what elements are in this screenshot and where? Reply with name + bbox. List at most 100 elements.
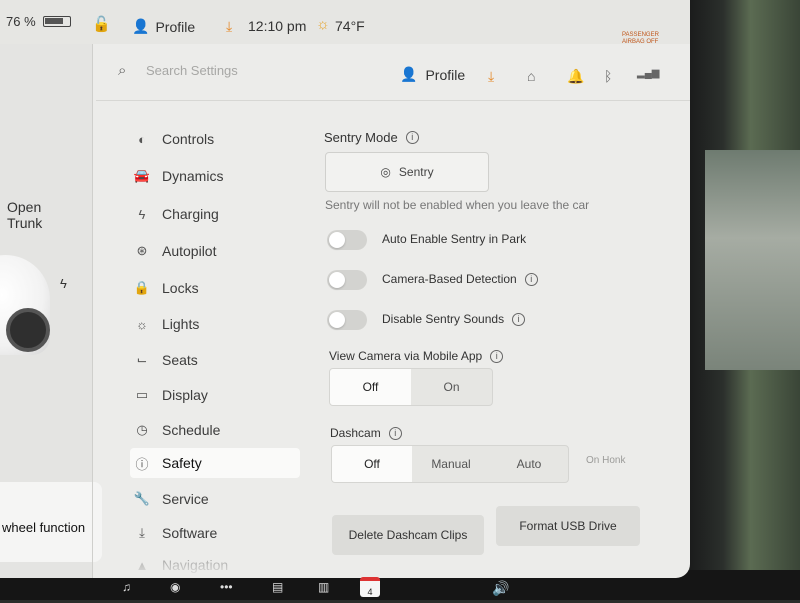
camera-option-on[interactable]: On — [411, 369, 492, 405]
download-icon: ⤓ — [139, 525, 145, 540]
display-icon: ▭ — [135, 387, 149, 402]
sidebar-item-schedule[interactable]: ◷ Schedule — [130, 415, 300, 445]
sidebar-item-autopilot[interactable]: ⊛ Autopilot — [130, 236, 300, 266]
person-icon: 👤 — [400, 66, 418, 82]
battery-icon — [43, 16, 71, 27]
sidebar-item-locks[interactable]: 🔒 Locks — [130, 273, 300, 303]
alert-icon: ⓘ — [135, 456, 149, 472]
unlock-icon[interactable]: 🔓 — [92, 15, 111, 33]
sidebar-item-label: Schedule — [162, 422, 221, 438]
sentry-button[interactable]: ◎ Sentry — [325, 152, 489, 192]
camera-option-off[interactable]: Off — [330, 369, 411, 405]
status-bar: 76 % 🔓 👤 Profile ⤓ 12:10 pm ☼ 74°F PASSE… — [0, 0, 690, 45]
sidebar-item-label: Display — [162, 387, 208, 403]
toggle-switch[interactable] — [327, 230, 367, 250]
toggle-label: Disable Sentry Sounds i — [382, 312, 526, 326]
car-wheel — [6, 308, 50, 352]
garage-icon[interactable]: ⌂ — [527, 68, 535, 84]
sidebar-item-label: Autopilot — [162, 243, 217, 259]
seat-icon: ⌙ — [136, 352, 148, 367]
sidebar-item-display[interactable]: ▭ Display — [130, 380, 300, 410]
format-usb-drive-button[interactable]: Format USB Drive — [496, 506, 640, 546]
light-icon: ☼ — [136, 316, 148, 332]
car-icon: 🚘 — [133, 168, 151, 183]
sidebar-item-seats[interactable]: ⌙ Seats — [130, 345, 300, 375]
charge-bolt-icon[interactable]: ϟ — [60, 276, 67, 291]
person-icon: 👤 — [132, 18, 150, 34]
sidebar-item-label: Charging — [162, 206, 219, 222]
toggle-switch[interactable] — [327, 270, 367, 290]
toggle-label: Auto Enable Sentry in Park — [382, 232, 527, 246]
download-icon[interactable]: ⤓ — [488, 68, 494, 85]
sidebar-item-label: Dynamics — [162, 168, 224, 184]
signal-icon: ▂▄▆ — [637, 68, 660, 79]
info-icon[interactable]: i — [524, 272, 538, 286]
lock-icon: 🔒 — [133, 280, 151, 295]
info-icon[interactable]: i — [405, 131, 419, 144]
open-trunk-button[interactable]: Open Trunk — [7, 199, 42, 231]
sidebar-item-label: Lights — [162, 316, 200, 332]
status-profile[interactable]: 👤 Profile — [132, 18, 195, 35]
sidebar-item-lights[interactable]: ☼ Lights — [130, 309, 300, 339]
toggle-label: Camera-Based Detection i — [382, 272, 538, 286]
camera-icon[interactable]: ◉ — [170, 580, 180, 594]
sidebar-item-charging[interactable]: ϟ Charging — [130, 199, 300, 229]
sidebar-item-label: Safety — [162, 455, 202, 471]
clock-icon: ◷ — [136, 422, 148, 437]
dashcam-option-on-honk[interactable]: On Honk — [586, 455, 625, 466]
more-icon[interactable]: ••• — [220, 580, 233, 594]
battery-percent: 76 % — [6, 14, 36, 29]
sidebar-item-label: Service — [162, 491, 209, 507]
dashcam-option-auto[interactable]: Auto — [490, 446, 568, 482]
bolt-icon: ϟ — [138, 206, 146, 222]
sidebar-item-label: Software — [162, 525, 218, 541]
panel-divider — [92, 44, 93, 578]
wheel-function-label: wheel function — [2, 520, 86, 535]
search-icon: ⌕ — [118, 62, 127, 79]
toggle-icon: ◐ — [138, 131, 146, 147]
outside-temperature: 74°F — [335, 18, 365, 34]
dashcam-option-off[interactable]: Off — [332, 446, 412, 482]
info-icon[interactable]: i — [388, 426, 402, 440]
window-view — [705, 150, 800, 370]
wrench-icon: 🔧 — [133, 491, 151, 506]
view-camera-selector[interactable]: Off On — [329, 368, 493, 406]
nav-fade — [130, 556, 300, 578]
sidebar-item-label: Locks — [162, 280, 199, 296]
sidebar-item-controls[interactable]: ◐ Controls — [130, 124, 300, 154]
settings-header: ⌕ 👤 Profile ⤓ ⌂ 🔔 ᛒ ▂▄▆ — [96, 48, 690, 101]
bluetooth-icon[interactable]: ᛒ — [604, 68, 612, 84]
notes-icon[interactable]: ▥ — [318, 580, 329, 594]
dashcam-selector[interactable]: Off Manual Auto — [331, 445, 569, 483]
sidebar-item-dynamics[interactable]: 🚘 Dynamics — [130, 161, 300, 191]
sentry-note: Sentry will not be enabled when you leav… — [325, 198, 590, 212]
header-profile[interactable]: 👤 Profile — [400, 66, 465, 83]
sidebar-item-label: Controls — [162, 131, 215, 147]
toggle-switch[interactable] — [327, 310, 367, 330]
download-icon[interactable]: ⤓ — [226, 18, 232, 35]
info-icon[interactable]: i — [490, 349, 504, 363]
touchscreen: 76 % 🔓 👤 Profile ⤓ 12:10 pm ☼ 74°F PASSE… — [0, 0, 690, 578]
view-camera-title: View Camera via Mobile App i — [329, 349, 504, 363]
volume-icon[interactable]: 🔊 — [492, 580, 509, 597]
calendar-icon[interactable]: 4 — [360, 577, 380, 597]
sentry-mode-title: Sentry Mode i — [324, 130, 419, 145]
search-input[interactable] — [144, 62, 368, 79]
sidebar-item-software[interactable]: ⤓ Software — [130, 518, 300, 548]
manual-icon[interactable]: ▤ — [272, 580, 283, 594]
sidebar-item-service[interactable]: 🔧 Service — [130, 484, 300, 514]
dashcam-title: Dashcam i — [330, 426, 402, 440]
dashcam-option-manual[interactable]: Manual — [412, 446, 490, 482]
music-icon[interactable]: ♫ — [122, 580, 131, 594]
sun-icon: ☼ — [316, 16, 330, 33]
clock-time: 12:10 pm — [248, 18, 307, 34]
delete-dashcam-clips-button[interactable]: Delete Dashcam Clips — [332, 515, 484, 555]
airbag-indicator: PASSENGER AIRBAG OFF — [622, 32, 659, 45]
sidebar-item-label: Seats — [162, 352, 198, 368]
sentry-icon: ◎ — [380, 165, 391, 179]
info-icon[interactable]: i — [512, 312, 526, 326]
sidebar-item-safety[interactable]: ⓘ Safety — [130, 448, 300, 478]
steering-wheel-icon: ⊛ — [136, 243, 148, 258]
safety-settings: Sentry Mode i ◎ Sentry Sentry will not b… — [320, 120, 680, 570]
bell-icon[interactable]: 🔔 — [567, 68, 584, 85]
